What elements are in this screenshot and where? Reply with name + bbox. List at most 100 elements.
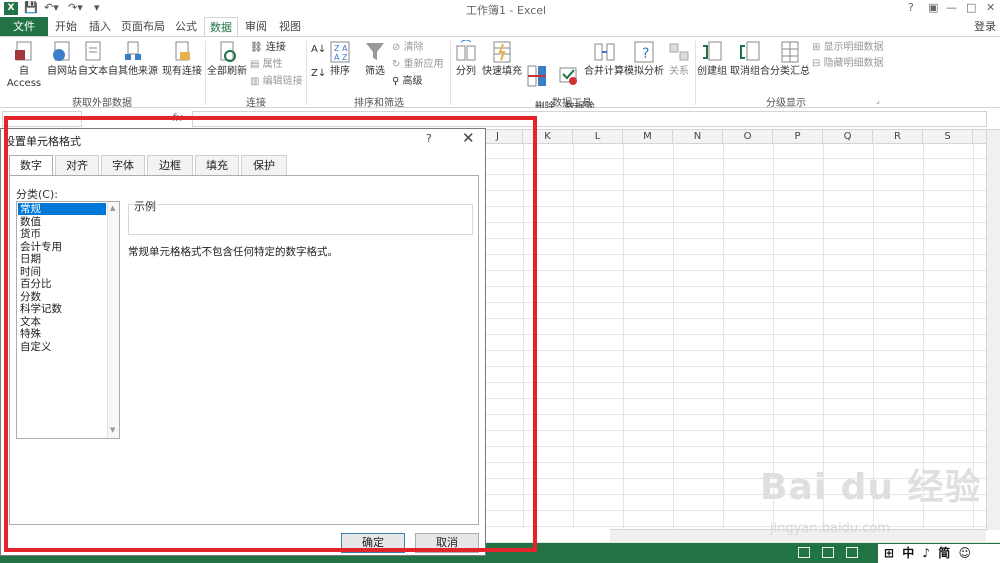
group-separator [450,41,451,105]
tab-review[interactable]: 审阅 [240,17,272,36]
flash-fill-icon [493,41,511,63]
title-bar: X 💾 ↶▾ ↷▾ ▾ 工作簿1 - Excel ? ▣ — □ ✕ [0,0,1000,17]
column-header[interactable]: N [673,130,723,144]
tab-data[interactable]: 数据 [204,17,238,37]
grid-line [673,144,674,529]
column-header[interactable]: Q [823,130,873,144]
page-layout-view-icon[interactable] [822,547,834,558]
clear-filter-icon: ⊘ [392,42,404,53]
svg-text:Z A: Z A [334,44,348,53]
sign-in-link[interactable]: 登录 [974,17,996,36]
connections-button[interactable]: ⛓ 连接 [250,41,286,55]
hide-detail-button[interactable]: ⊟ 隐藏明细数据 [812,57,884,71]
column-header[interactable]: P [773,130,823,144]
grid-line [573,144,574,529]
sort-desc-icon[interactable]: Z↓ [311,67,326,81]
close-button[interactable]: ✕ [986,1,995,14]
ribbon: 自 Access 自网站 自文本 自其他来源 现有连接 获取外部数据 全部刷新 … [0,36,1000,125]
edit-links-icon: ▥ [250,76,263,87]
svg-text:A Z: A Z [334,53,348,62]
consolidate-button[interactable]: 合并计算 [584,40,624,78]
data-validation-icon [559,67,577,85]
undo-icon[interactable]: ↶▾ [44,1,59,14]
show-detail-icon: ⊞ [812,42,824,53]
page-break-view-icon[interactable] [846,547,858,558]
subtotal-button[interactable]: 分类汇总 [770,40,810,78]
properties-icon: ▤ [250,59,263,70]
redo-icon[interactable]: ↷▾ [68,1,83,14]
restore-button[interactable]: □ [966,1,976,14]
filter-button[interactable]: 筛选 [360,40,390,78]
existing-connections-button[interactable]: 现有连接 [160,40,204,78]
grid-line [723,144,724,529]
from-other-sources-button[interactable]: 自其他来源 [108,40,158,78]
help-button[interactable]: ? [908,1,914,14]
consolidate-icon [594,43,615,61]
minimize-button[interactable]: — [946,1,957,14]
reapply-icon: ↻ [392,59,404,70]
customize-qat-icon[interactable]: ▾ [94,1,100,14]
group-label-outline: 分级显示 [766,98,806,109]
from-access-button[interactable]: 自 Access [2,40,46,90]
group-label-data-tools: 数据工具 [552,98,592,109]
flash-fill-button[interactable]: 快速填充 [482,40,522,78]
sort-az-icon: Z AA Z [330,41,350,63]
edit-links-button[interactable]: ▥ 编辑链接 [250,75,303,89]
what-if-icon: ? [634,41,654,63]
column-header[interactable]: S [923,130,973,144]
group-label-sort-filter: 排序和筛选 [354,98,404,109]
group-icon [703,41,722,61]
remove-duplicates-icon [527,65,546,87]
properties-button[interactable]: ▤ 属性 [250,58,283,72]
tab-insert[interactable]: 插入 [84,17,116,36]
column-header[interactable]: R [873,130,923,144]
ime-toolbar[interactable]: ⊞ 中 ♪ 简 ☺ [878,544,1000,563]
save-icon[interactable]: 💾 [24,1,38,14]
tab-view[interactable]: 视图 [274,17,306,36]
web-icon [53,41,70,61]
ungroup-button[interactable]: 取消组合 [730,40,770,78]
column-header[interactable]: M [623,130,673,144]
tab-formulas[interactable]: 公式 [170,17,202,36]
normal-view-icon[interactable] [798,547,810,558]
vertical-scrollbar[interactable] [986,130,1000,530]
reapply-button[interactable]: ↻ 重新应用 [392,58,444,72]
text-to-columns-button[interactable]: 分列 [452,40,480,78]
group-button[interactable]: 创建组 [697,40,727,78]
tab-file[interactable]: 文件 [0,17,48,36]
relationships-icon [669,43,689,61]
from-text-button[interactable]: 自文本 [78,40,108,78]
keyboard-icon: ⊞ [884,546,897,560]
ribbon-tabs: 文件 开始 插入 页面布局 公式 数据 审阅 视图 登录 [0,17,1000,37]
clear-filter-button[interactable]: ⊘ 清除 [392,41,424,55]
ime-status: 中 ♪ 简 ☺ [902,546,973,560]
other-sources-icon [125,41,141,60]
watermark-logo: Bai du 经验 [760,467,982,508]
outline-dialog-launcher-icon[interactable]: ⌟ [876,94,880,108]
sort-asc-icon[interactable]: A↓ [311,43,326,57]
watermark-url: jingyan.baidu.com [770,521,890,536]
column-header[interactable]: L [573,130,623,144]
column-header[interactable]: O [723,130,773,144]
ungroup-icon [740,41,760,61]
tab-home[interactable]: 开始 [50,17,82,36]
existing-connections-icon [175,41,190,61]
svg-text:?: ? [642,46,649,62]
excel-logo-icon: X [4,2,18,15]
tab-page-layout[interactable]: 页面布局 [118,17,168,36]
show-detail-button[interactable]: ⊞ 显示明细数据 [812,41,884,55]
hide-detail-icon: ⊟ [812,58,824,69]
connections-icon: ⛓ [250,42,266,53]
refresh-icon [220,41,236,62]
what-if-analysis-button[interactable]: ? 模拟分析 [624,40,664,78]
access-icon [15,41,32,61]
grid-line [623,144,624,529]
advanced-filter-button[interactable]: ⚲ 高级 [392,75,423,89]
sort-button[interactable]: Z AA Z 排序 [326,40,354,78]
relationships-button[interactable]: 关系 [666,40,692,78]
group-separator [306,41,307,105]
refresh-all-button[interactable]: 全部刷新 [207,40,247,78]
group-label-connections: 连接 [246,98,266,109]
from-web-button[interactable]: 自网站 [46,40,78,78]
ribbon-display-icon[interactable]: ▣ [928,1,938,14]
